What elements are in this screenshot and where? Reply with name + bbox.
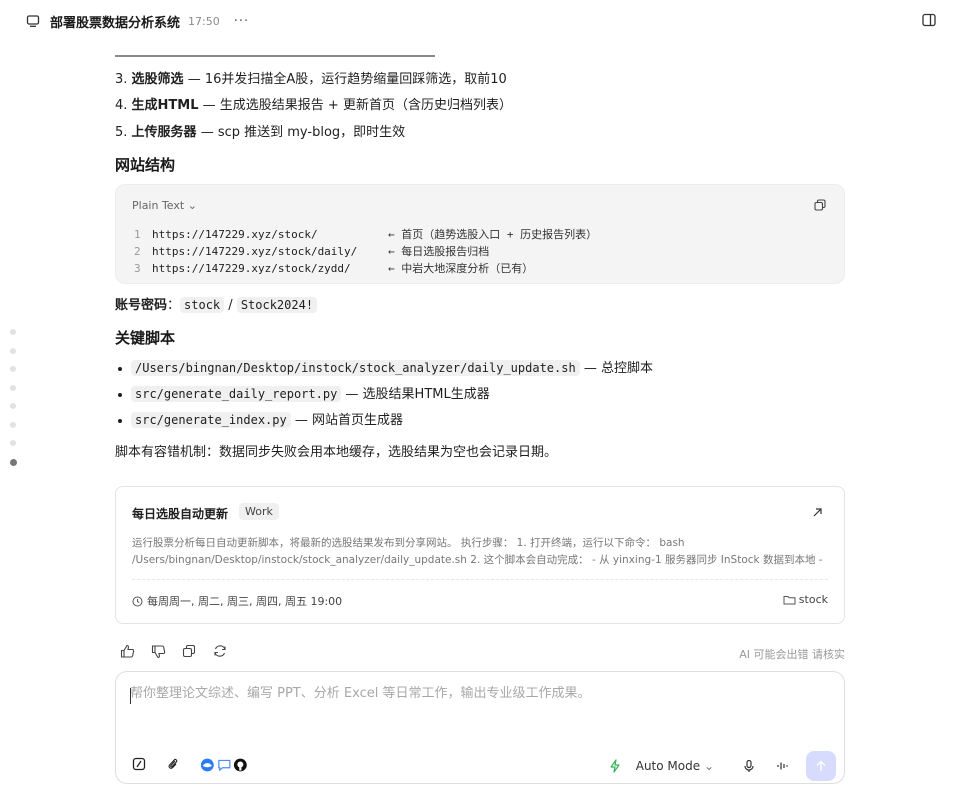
message-composer: Auto Mode ⌄: [115, 671, 845, 784]
account-credentials: 账号密码： stock / Stock2024!: [115, 296, 318, 315]
scroll-dot[interactable]: [10, 403, 16, 409]
thumbs-up-icon[interactable]: [120, 644, 136, 660]
message-actions: [120, 644, 229, 660]
voice-wave-icon[interactable]: [776, 759, 790, 773]
arrow-up-right-icon[interactable]: [812, 507, 824, 519]
text-caret: [130, 688, 131, 704]
copy-icon[interactable]: [182, 644, 198, 660]
code-line: 3 https://147229.xyz/stock/zydd/← 中岩大地深度分…: [134, 262, 534, 275]
chevron-down-icon: ⌄: [187, 199, 197, 212]
code-block: Plain Text ⌄ 1 https://147229.xyz/stock/←…: [115, 184, 845, 284]
task-folder[interactable]: stock: [783, 593, 828, 606]
send-arrow-icon: [816, 760, 826, 771]
message-input[interactable]: [130, 686, 820, 701]
conversation-time: 17:50: [188, 14, 220, 28]
clock-icon: [132, 596, 143, 607]
more-options-button[interactable]: ···: [234, 14, 249, 29]
section-heading-site: 网站结构: [115, 156, 176, 174]
microphone-icon[interactable]: [742, 759, 756, 773]
scroll-dot[interactable]: [10, 347, 16, 354]
mode-selector[interactable]: Auto Mode ⌄: [636, 759, 714, 773]
lightning-icon[interactable]: [608, 759, 622, 773]
composer-right-controls: Auto Mode ⌄: [608, 751, 836, 781]
section-heading-scripts: 关键脚本: [115, 329, 176, 347]
copy-icon[interactable]: [814, 199, 828, 213]
conversation-title: 部署股票数据分析系统: [50, 15, 181, 31]
card-divider: [132, 579, 828, 580]
step-item: 3. 选股筛选 — 16并发扫描全A股，运行趋势缩量回踩筛选，取前10: [115, 72, 507, 87]
step-item: 4. 生成HTML — 生成选股结果报告 + 更新首页（含历史归档列表）: [115, 98, 512, 113]
chat-bubble-icon: [26, 13, 42, 29]
list-item: src/generate_index.py — 网站首页生成器: [118, 411, 403, 430]
scroll-dot[interactable]: [10, 421, 16, 428]
connector-app-icon: [200, 758, 214, 772]
clipped-step-line: [115, 50, 435, 58]
composer-tools: [132, 757, 248, 773]
code-language-selector[interactable]: Plain Text ⌄: [132, 199, 197, 212]
slash-command-icon[interactable]: [132, 757, 148, 773]
fault-tolerance-note: 脚本有容错机制：数据同步失败会用本地缓存，选股结果为空也会记录日期。: [115, 445, 558, 460]
task-description: 运行股票分析每日自动更新脚本，将最新的选股结果发布到分享网站。 执行步骤： 1.…: [132, 537, 823, 566]
send-button[interactable]: [806, 751, 836, 781]
scroll-navigator[interactable]: [10, 329, 18, 478]
scroll-dot[interactable]: [10, 329, 16, 335]
top-bar: 部署股票数据分析系统 17:50 ···: [0, 0, 960, 42]
scroll-dot-active[interactable]: [10, 458, 17, 466]
paperclip-icon[interactable]: [166, 757, 182, 773]
code-line: 1 https://147229.xyz/stock/← 首页（趋势选股入口 + …: [134, 228, 598, 241]
sidebar-panel-icon[interactable]: [922, 13, 938, 29]
scheduled-task-card[interactable]: 每日选股自动更新 Work 运行股票分析每日自动更新脚本，将最新的选股结果发布到…: [115, 486, 845, 624]
password-code: Stock2024!: [236, 297, 318, 313]
username-code: stock: [180, 297, 225, 313]
list-item: /Users/bingnan/Desktop/instock/stock_ana…: [118, 359, 653, 378]
chevron-down-icon: ⌄: [703, 759, 714, 773]
connector-icons[interactable]: [200, 757, 248, 773]
github-icon: [234, 758, 248, 772]
scroll-dot[interactable]: [10, 384, 16, 391]
step-item: 5. 上传服务器 — scp 推送到 my-blog，即时生效: [115, 125, 406, 140]
refresh-icon[interactable]: [213, 644, 229, 660]
code-line: 2 https://147229.xyz/stock/daily/← 每日选股报告…: [134, 245, 490, 258]
folder-icon: [783, 594, 796, 605]
scroll-dot[interactable]: [10, 440, 16, 446]
thumbs-down-icon[interactable]: [151, 644, 167, 660]
list-item: src/generate_daily_report.py — 选股结果HTML生…: [118, 385, 490, 404]
connector-chat-icon: [217, 759, 231, 772]
task-tag: Work: [239, 503, 279, 520]
task-title: 每日选股自动更新: [132, 507, 229, 521]
ai-disclaimer: AI 可能会出错 请核实: [739, 648, 845, 661]
task-schedule: 每周周一, 周二, 周三, 周四, 周五 19:00: [132, 593, 342, 609]
scroll-dot[interactable]: [10, 366, 16, 372]
